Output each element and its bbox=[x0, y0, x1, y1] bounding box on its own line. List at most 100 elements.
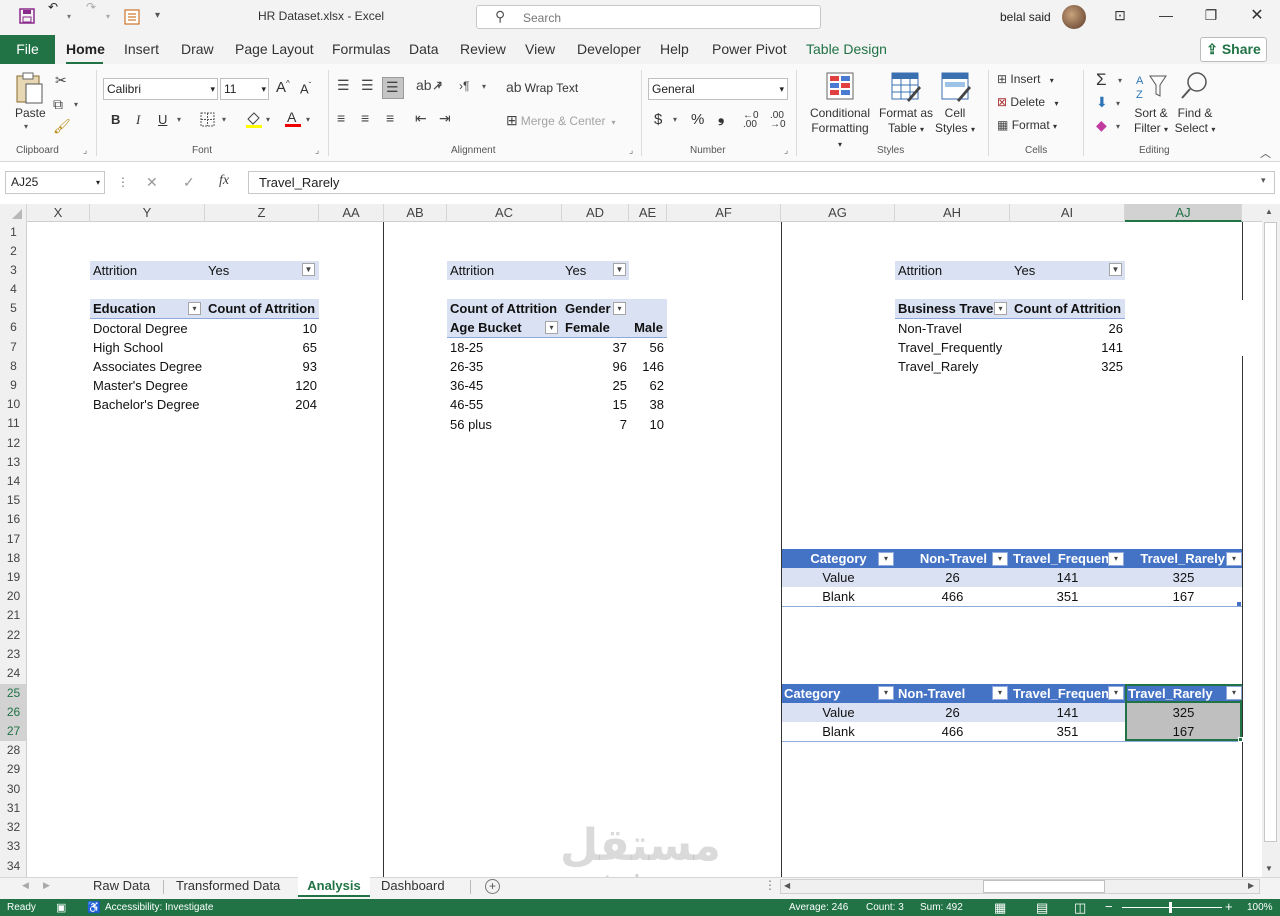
copy-dropdown-icon[interactable]: ▾ bbox=[74, 100, 78, 109]
filter-dropdown-icon[interactable]: ▼ bbox=[302, 263, 315, 276]
column-header[interactable]: AJ bbox=[1125, 204, 1242, 222]
form-icon[interactable] bbox=[124, 9, 140, 28]
pivot-value[interactable]: 56 bbox=[629, 338, 664, 357]
row-header[interactable]: 17 bbox=[0, 530, 27, 549]
align-bottom-button[interactable]: ☰ bbox=[382, 77, 404, 99]
table-resize-handle[interactable] bbox=[1237, 602, 1241, 606]
status-count[interactable]: Count: 3 bbox=[866, 902, 904, 913]
paste-dropdown-icon[interactable]: ▾ bbox=[24, 122, 28, 131]
paste-label[interactable]: Paste bbox=[15, 106, 46, 120]
row-header[interactable]: 31 bbox=[0, 799, 27, 818]
align-top-icon[interactable]: ☰ bbox=[337, 77, 350, 94]
pivot-value[interactable]: 93 bbox=[205, 357, 317, 376]
underline-button[interactable]: U bbox=[158, 112, 167, 127]
pivot-row-label[interactable]: Master's Degree bbox=[93, 376, 188, 395]
align-right-icon[interactable]: ≡ bbox=[386, 110, 394, 126]
share-button[interactable]: ⇪ Share bbox=[1200, 37, 1267, 62]
zoom-out-icon[interactable]: − bbox=[1105, 899, 1113, 914]
row-header[interactable]: 12 bbox=[0, 434, 27, 453]
row-header[interactable]: 20 bbox=[0, 587, 27, 606]
prev-sheet-icon[interactable]: ◀ bbox=[22, 880, 29, 891]
pivot-value[interactable]: 37 bbox=[562, 338, 627, 357]
filter-dropdown-icon[interactable]: ▼ bbox=[613, 263, 626, 276]
currency-dropdown-icon[interactable]: ▾ bbox=[673, 115, 677, 124]
clipboard-launcher-icon[interactable]: ⌟ bbox=[83, 145, 87, 156]
wrap-text-button[interactable]: ab Wrap Text bbox=[506, 79, 578, 95]
row-header[interactable]: 34 bbox=[0, 857, 27, 876]
save-icon[interactable] bbox=[19, 8, 35, 27]
decrease-decimal-icon[interactable]: .00 →0 bbox=[770, 111, 786, 130]
pivot-row-label[interactable]: 36-45 bbox=[450, 376, 483, 395]
tab-view[interactable]: View bbox=[525, 41, 555, 57]
table-cell[interactable]: Blank bbox=[782, 722, 895, 741]
row-header[interactable]: 27 bbox=[0, 722, 27, 741]
pivot-value[interactable]: 65 bbox=[205, 338, 317, 357]
orientation-dropdown-icon[interactable]: ▾ bbox=[437, 82, 441, 91]
column-header[interactable]: AE bbox=[629, 204, 667, 222]
row-header[interactable]: 14 bbox=[0, 472, 27, 491]
avatar[interactable] bbox=[1062, 5, 1086, 29]
zoom-level[interactable]: 100% bbox=[1247, 902, 1273, 913]
percent-icon[interactable]: % bbox=[691, 111, 704, 128]
pivot-value[interactable]: 26 bbox=[1010, 319, 1123, 338]
filter-value[interactable]: Yes bbox=[565, 261, 586, 280]
tab-insert[interactable]: Insert bbox=[124, 41, 159, 57]
row-header[interactable]: 32 bbox=[0, 818, 27, 837]
fill-handle[interactable] bbox=[1238, 737, 1243, 742]
user-name[interactable]: belal said bbox=[1000, 10, 1051, 24]
font-launcher-icon[interactable]: ⌟ bbox=[315, 145, 319, 156]
formula-input[interactable]: Travel_Rarely bbox=[248, 171, 1275, 194]
column-filter-icon[interactable]: ▾ bbox=[992, 552, 1008, 566]
align-center-icon[interactable]: ≡ bbox=[361, 110, 369, 126]
pivot-value[interactable]: 120 bbox=[205, 376, 317, 395]
merge-center-button[interactable]: ⊞ Merge & Center ▾ bbox=[506, 112, 615, 129]
column-header[interactable]: Z bbox=[205, 204, 319, 222]
row-header[interactable]: 19 bbox=[0, 568, 27, 587]
row-header[interactable]: 5 bbox=[0, 299, 27, 318]
row-header[interactable]: 10 bbox=[0, 395, 27, 414]
font-name-select[interactable]: Calibri ▾ bbox=[103, 78, 218, 100]
number-format-select[interactable]: General ▾ bbox=[648, 78, 788, 100]
travel-dropdown-icon[interactable]: ▾ bbox=[994, 302, 1007, 315]
row-header[interactable]: 13 bbox=[0, 453, 27, 472]
select-all-button[interactable] bbox=[0, 204, 27, 222]
sort-filter-button[interactable]: Sort & Filter ▾ bbox=[1130, 106, 1172, 137]
column-header[interactable]: AD bbox=[562, 204, 629, 222]
column-header[interactable]: AC bbox=[447, 204, 562, 222]
table-cell[interactable]: 141 bbox=[1010, 568, 1125, 587]
table-cell[interactable]: Value bbox=[782, 568, 895, 587]
row-header[interactable]: 16 bbox=[0, 510, 27, 529]
pivot-value[interactable]: 10 bbox=[205, 319, 317, 338]
pivot-row-label[interactable]: Associates Degree bbox=[93, 357, 202, 376]
align-left-icon[interactable]: ≡ bbox=[337, 110, 345, 126]
pivot-row-label[interactable]: Travel_Rarely bbox=[898, 357, 978, 376]
autosum-dropdown-icon[interactable]: ▾ bbox=[1118, 76, 1122, 85]
pivot-value[interactable]: 62 bbox=[629, 376, 664, 395]
font-color-dropdown-icon[interactable]: ▾ bbox=[306, 115, 310, 124]
row-header[interactable]: 29 bbox=[0, 760, 27, 779]
expand-formula-icon[interactable]: ▾ bbox=[1261, 175, 1266, 186]
clear-icon[interactable]: ◆ bbox=[1096, 117, 1107, 134]
column-header[interactable]: AB bbox=[384, 204, 447, 222]
column-filter-icon[interactable]: ▾ bbox=[1108, 552, 1124, 566]
column-header[interactable]: AA bbox=[319, 204, 384, 222]
redo-dropdown-icon[interactable]: ▾ bbox=[106, 12, 110, 21]
normal-view-icon[interactable]: ▦ bbox=[994, 900, 1006, 916]
pivot-value[interactable]: 10 bbox=[629, 415, 664, 434]
pivot-row-label[interactable]: 18-25 bbox=[450, 338, 483, 357]
table-cell[interactable]: 167 bbox=[1125, 722, 1242, 741]
row-header[interactable]: 6 bbox=[0, 318, 27, 337]
conditional-formatting-button[interactable]: Conditional Formatting ▾ bbox=[809, 106, 871, 152]
fill-dropdown-icon[interactable]: ▾ bbox=[1116, 99, 1120, 108]
pivot-value[interactable]: 96 bbox=[562, 357, 627, 376]
clear-dropdown-icon[interactable]: ▾ bbox=[1116, 122, 1120, 131]
increase-decimal-icon[interactable]: ←0.00 bbox=[743, 111, 759, 130]
italic-button[interactable]: I bbox=[136, 112, 140, 128]
table-cell[interactable]: 325 bbox=[1125, 703, 1242, 722]
table-cell[interactable]: 466 bbox=[895, 722, 1010, 741]
table-cell[interactable]: 325 bbox=[1125, 568, 1242, 587]
row-header[interactable]: 21 bbox=[0, 606, 27, 625]
column-header[interactable]: AF bbox=[667, 204, 781, 222]
sort-filter-icon[interactable]: AZ bbox=[1136, 72, 1168, 105]
page-layout-view-icon[interactable]: ▤ bbox=[1036, 900, 1048, 916]
